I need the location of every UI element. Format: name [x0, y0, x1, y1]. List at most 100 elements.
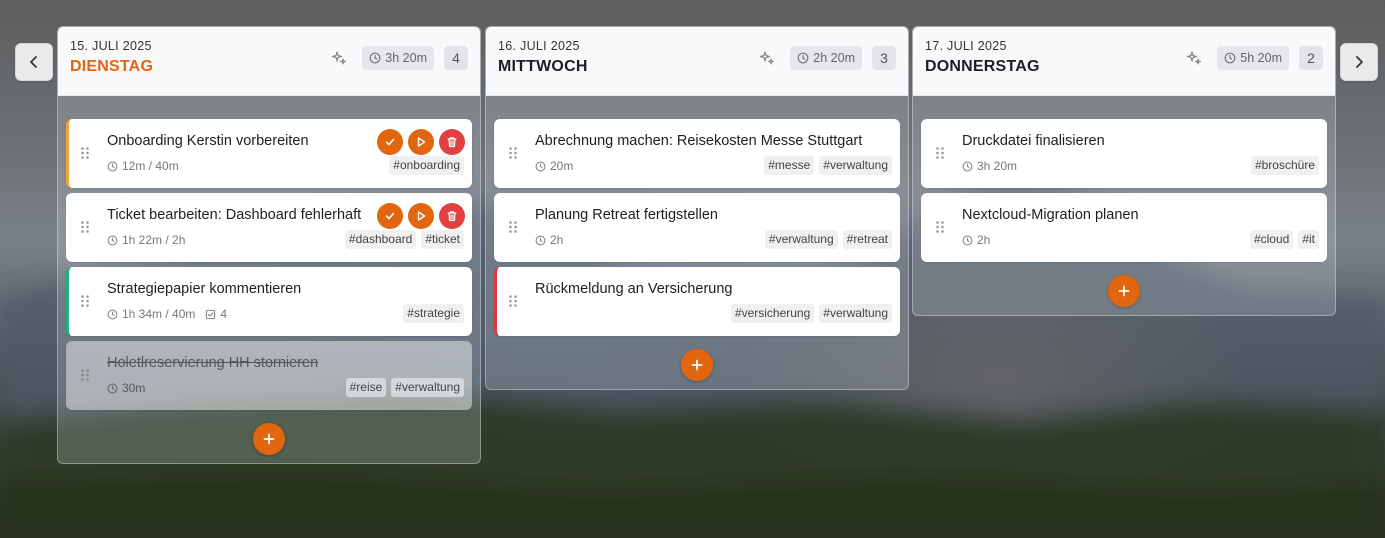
task-meta: 2h — [535, 233, 563, 247]
tag[interactable]: #messe — [764, 156, 815, 175]
subtask-count: 4 — [220, 307, 228, 321]
task-time: 3h 20m — [977, 159, 1018, 173]
clock-icon — [962, 235, 973, 245]
clock-icon — [1224, 52, 1236, 64]
tag[interactable]: #it — [1298, 230, 1319, 249]
complete-task-button[interactable] — [377, 203, 403, 229]
sparkle-icon[interactable] — [330, 49, 348, 67]
start-timer-button[interactable] — [408, 129, 434, 155]
clock-icon — [107, 161, 118, 171]
task-card[interactable]: Onboarding Kerstin vorbereiten 12m / 40m… — [66, 119, 472, 188]
check-icon — [385, 212, 395, 220]
clock-icon — [535, 235, 546, 245]
task-tags: #versicherung #verwaltung — [726, 304, 892, 323]
task-card[interactable]: Rückmeldung an Versicherung #versicherun… — [494, 267, 900, 336]
task-time: 2h — [550, 233, 564, 247]
task-meta: 30m — [107, 381, 145, 395]
task-meta: 1h 34m / 40m 4 — [107, 307, 227, 321]
drag-handle-icon[interactable] — [80, 220, 90, 234]
sparkle-icon[interactable] — [758, 49, 776, 67]
task-tags: #verwaltung #retreat — [760, 230, 892, 249]
clock-icon — [369, 52, 381, 64]
task-tags: #onboarding — [384, 156, 464, 175]
task-card[interactable]: Strategiepapier kommentieren 1h 34m / 40… — [66, 267, 472, 336]
delete-task-button[interactable] — [439, 129, 465, 155]
task-card[interactable]: Druckdatei finalisieren 3h 20m #broschür… — [921, 119, 1327, 188]
play-icon — [417, 137, 426, 147]
task-time: 2h — [977, 233, 991, 247]
clock-icon — [962, 161, 973, 171]
start-timer-button[interactable] — [408, 203, 434, 229]
task-title: Ticket bearbeiten: Dashboard fehlerhaft — [107, 207, 362, 223]
tag[interactable]: #verwaltung — [391, 378, 464, 397]
complete-task-button[interactable] — [377, 129, 403, 155]
task-count-badge: 2 — [1299, 46, 1323, 70]
drag-handle-icon[interactable] — [508, 146, 518, 160]
delete-task-button[interactable] — [439, 203, 465, 229]
plus-icon — [1118, 285, 1130, 297]
task-time: 20m — [550, 159, 574, 173]
task-title: Holetlreservierung HH stornieren — [107, 355, 319, 371]
task-card[interactable]: Nextcloud-Migration planen 2h #cloud #it — [921, 193, 1327, 262]
tag[interactable]: #retreat — [842, 230, 892, 249]
tag[interactable]: #cloud — [1249, 230, 1294, 249]
tag[interactable]: #verwaltung — [819, 304, 892, 323]
task-card[interactable]: Ticket bearbeiten: Dashboard fehlerhaft … — [66, 193, 472, 262]
tag[interactable]: #strategie — [403, 304, 464, 323]
add-task-button[interactable] — [1108, 275, 1140, 307]
day-duration-badge: 2h 20m — [790, 46, 862, 70]
task-tags: #messe #verwaltung — [759, 156, 892, 175]
day-duration-badge: 5h 20m — [1217, 46, 1289, 70]
task-time: 1h 34m / 40m — [122, 307, 196, 321]
drag-handle-icon[interactable] — [80, 368, 90, 382]
drag-handle-icon[interactable] — [508, 294, 518, 308]
clock-icon — [535, 161, 546, 171]
task-tags: #broschüre — [1246, 156, 1319, 175]
day-duration: 3h 20m — [385, 51, 427, 65]
tag[interactable]: #broschüre — [1250, 156, 1319, 175]
drag-handle-icon[interactable] — [935, 220, 945, 234]
chevron-right-icon — [1356, 56, 1363, 68]
tag[interactable]: #verwaltung — [819, 156, 892, 175]
tag[interactable]: #dashboard — [344, 230, 417, 249]
task-count-badge: 4 — [444, 46, 468, 70]
tag[interactable]: #ticket — [421, 230, 464, 249]
clock-icon — [107, 383, 118, 393]
trash-icon — [447, 137, 457, 148]
tag[interactable]: #versicherung — [730, 304, 815, 323]
task-card[interactable]: Planung Retreat fertigstellen 2h #verwal… — [494, 193, 900, 262]
day-header: 17. JULI 2025 DONNERSTAG 5h 20m 2 — [913, 27, 1335, 96]
add-task-button[interactable] — [681, 349, 713, 381]
task-tags: #cloud #it — [1245, 230, 1319, 249]
task-title: Rückmeldung an Versicherung — [535, 281, 733, 297]
checklist-icon — [206, 309, 216, 319]
day-duration: 5h 20m — [1240, 51, 1282, 65]
task-actions — [372, 129, 465, 155]
clock-icon — [107, 235, 118, 245]
task-title: Druckdatei finalisieren — [962, 133, 1105, 149]
plus-icon — [263, 433, 275, 445]
task-time: 30m — [122, 381, 146, 395]
drag-handle-icon[interactable] — [80, 146, 90, 160]
previous-day-button[interactable] — [15, 43, 53, 81]
tag[interactable]: #onboarding — [389, 156, 464, 175]
drag-handle-icon[interactable] — [935, 146, 945, 160]
tag[interactable]: #reise — [345, 378, 387, 397]
task-time: 1h 22m / 2h — [122, 233, 186, 247]
sparkle-icon[interactable] — [1185, 49, 1203, 67]
add-task-button[interactable] — [253, 423, 285, 455]
day-column-wednesday: 16. JULI 2025 MITTWOCH 2h 20m 3 Abrechnu… — [485, 26, 909, 390]
task-title: Abrechnung machen: Reisekosten Messe Stu… — [535, 133, 863, 149]
drag-handle-icon[interactable] — [80, 294, 90, 308]
day-duration-badge: 3h 20m — [362, 46, 434, 70]
day-header: 16. JULI 2025 MITTWOCH 2h 20m 3 — [486, 27, 908, 96]
tag[interactable]: #verwaltung — [764, 230, 838, 249]
task-title: Planung Retreat fertigstellen — [535, 207, 718, 223]
task-card-completed[interactable]: Holetlreservierung HH stornieren 30m #re… — [66, 341, 472, 410]
next-day-button[interactable] — [1340, 43, 1378, 81]
drag-handle-icon[interactable] — [508, 220, 518, 234]
task-title: Nextcloud-Migration planen — [962, 207, 1139, 223]
check-icon — [385, 138, 395, 146]
clock-icon — [107, 309, 118, 319]
task-card[interactable]: Abrechnung machen: Reisekosten Messe Stu… — [494, 119, 900, 188]
